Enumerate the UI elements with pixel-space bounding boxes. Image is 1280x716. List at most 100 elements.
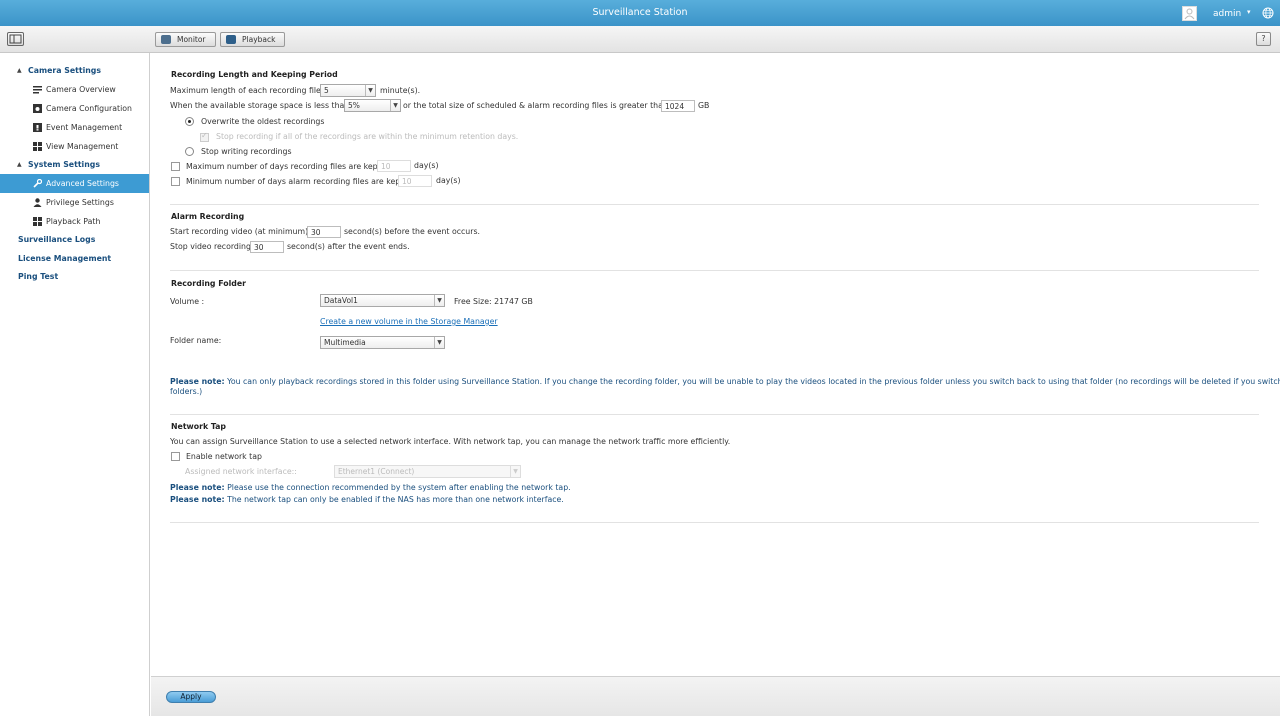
list-icon <box>33 86 42 94</box>
alarm-stop-input[interactable] <box>250 241 284 253</box>
min-days-checkbox[interactable] <box>171 177 180 186</box>
section-divider <box>170 204 1259 205</box>
total-size-input[interactable] <box>661 100 695 112</box>
section-title-network-tap: Network Tap <box>171 422 227 431</box>
network-interface-value: Ethernet1 (Connect) <box>338 467 415 476</box>
chevron-down-icon: ▼ <box>434 295 444 306</box>
chevron-down-icon: ▼ <box>434 337 444 348</box>
folder-name-value: Multimedia <box>324 338 366 347</box>
section-title-recording-folder: Recording Folder <box>171 279 246 288</box>
max-days-checkbox[interactable] <box>171 162 180 171</box>
network-interface-select[interactable]: Ethernet1 (Connect) ▼ <box>334 465 521 478</box>
wrench-icon <box>33 179 42 188</box>
playback-button-label: Playback <box>242 35 276 44</box>
sidebar-group-label: Camera Settings <box>28 66 102 75</box>
app-title: Surveillance Station <box>592 7 688 18</box>
section-title-recording-length: Recording Length and Keeping Period <box>171 70 338 79</box>
sidebar-item-label: Camera Configuration <box>46 104 132 113</box>
sidebar-item-label: Camera Overview <box>46 85 116 94</box>
sidebar-item-view-management[interactable]: View Management <box>0 137 149 156</box>
max-days-unit: day(s) <box>414 161 439 170</box>
stop-if-within-retention-checkbox[interactable] <box>200 131 209 142</box>
apply-button[interactable]: Apply <box>166 691 216 703</box>
expand-triangle-icon: ▲ <box>17 67 22 74</box>
overwrite-oldest-label: Overwrite the oldest recordings <box>201 117 325 126</box>
sidebar-item-license-management[interactable]: License Management <box>0 249 149 268</box>
sidebar-group-system-settings[interactable]: ▲ System Settings <box>0 155 149 174</box>
monitor-button-label: Monitor <box>177 35 206 44</box>
sidebar-layout-icon <box>9 34 22 44</box>
sidebar-item-privilege-settings[interactable]: Privilege Settings <box>0 193 149 212</box>
sidebar-item-playback-path[interactable]: Playback Path <box>0 212 149 231</box>
storage-threshold-select[interactable]: 5% ▼ <box>344 99 401 112</box>
sidebar-item-advanced-settings[interactable]: Advanced Settings <box>0 174 149 193</box>
sidebar: ▲ Camera Settings Camera Overview Camera… <box>0 53 150 716</box>
assigned-interface-label: Assigned network interface:: <box>185 467 297 476</box>
sidebar-item-camera-overview[interactable]: Camera Overview <box>0 80 149 99</box>
sidebar-toggle-button[interactable] <box>7 32 24 46</box>
sidebar-item-ping-test[interactable]: Ping Test <box>0 267 149 286</box>
sidebar-item-camera-configuration[interactable]: Camera Configuration <box>0 99 149 118</box>
max-length-unit: minute(s). <box>380 86 421 95</box>
min-days-unit: day(s) <box>436 176 461 185</box>
stop-writing-radio[interactable] <box>185 147 194 156</box>
camera-icon <box>33 104 42 113</box>
alarm-start-label: Start recording video (at minimum) <box>170 227 309 236</box>
grid-icon <box>33 142 42 151</box>
storage-threshold-value: 5% <box>348 101 360 110</box>
user-name[interactable]: admin <box>1213 9 1241 19</box>
min-days-input[interactable] <box>398 175 432 187</box>
network-tap-description: You can assign Surveillance Station to u… <box>170 437 731 446</box>
sidebar-group-label: System Settings <box>28 160 100 169</box>
max-length-label: Maximum length of each recording file: <box>170 86 324 95</box>
section-title-alarm-recording: Alarm Recording <box>171 212 245 221</box>
volume-select[interactable]: DataVol1 ▼ <box>320 294 445 307</box>
total-size-unit: GB <box>698 101 710 110</box>
event-icon <box>33 123 42 132</box>
folder-name-select[interactable]: Multimedia ▼ <box>320 336 445 349</box>
alarm-stop-label: Stop video recording <box>170 242 251 251</box>
overwrite-oldest-radio[interactable] <box>185 117 194 126</box>
folder-note: Please note: You can only playback recor… <box>170 377 1280 386</box>
note-text: Please use the connection recommended by… <box>224 483 571 492</box>
grid-icon <box>33 217 42 226</box>
network-note-2: Please note: The network tap can only be… <box>170 495 564 504</box>
alarm-start-suffix: second(s) before the event occurs. <box>344 227 480 236</box>
enable-network-tap-label: Enable network tap <box>186 452 262 461</box>
note-label: Please note: <box>170 495 225 504</box>
enable-network-tap-checkbox[interactable] <box>171 452 180 461</box>
help-button[interactable]: ? <box>1256 32 1271 46</box>
alarm-stop-suffix: second(s) after the event ends. <box>287 242 410 251</box>
max-days-label: Maximum number of days recording files a… <box>186 162 381 171</box>
min-days-label: Minimum number of days alarm recording f… <box>186 177 404 186</box>
max-length-select[interactable]: 5 ▼ <box>320 84 376 97</box>
expand-triangle-icon: ▲ <box>17 161 22 168</box>
toolbar: Monitor Playback ? <box>0 26 1280 53</box>
create-volume-link[interactable]: Create a new volume in the Storage Manag… <box>320 317 498 326</box>
section-divider <box>170 270 1259 271</box>
sidebar-item-label: Playback Path <box>46 217 101 226</box>
user-menu-caret-icon[interactable]: ▾ <box>1247 8 1251 16</box>
sidebar-group-camera-settings[interactable]: ▲ Camera Settings <box>0 61 149 80</box>
globe-icon[interactable] <box>1262 7 1274 19</box>
footer-bar: Apply <box>151 676 1280 716</box>
playback-button[interactable]: Playback <box>220 32 285 47</box>
network-note-1: Please note: Please use the connection r… <box>170 483 571 492</box>
monitor-button[interactable]: Monitor <box>155 32 216 47</box>
chevron-down-icon: ▼ <box>365 85 375 96</box>
max-days-input[interactable] <box>377 160 411 172</box>
note-label: Please note: <box>170 377 225 386</box>
total-size-label: or the total size of scheduled & alarm r… <box>403 101 668 110</box>
note-text: You can only playback recordings stored … <box>224 377 1280 386</box>
sidebar-item-label: Privilege Settings <box>46 198 114 207</box>
sidebar-item-label: Ping Test <box>18 272 59 281</box>
free-size: Free Size: 21747 GB <box>454 297 533 306</box>
sidebar-item-surveillance-logs[interactable]: Surveillance Logs <box>0 230 149 249</box>
chevron-down-icon: ▼ <box>510 466 520 477</box>
title-bar: Surveillance Station admin ▾ <box>0 0 1280 26</box>
user-avatar-icon[interactable] <box>1182 6 1197 21</box>
alarm-start-input[interactable] <box>307 226 341 238</box>
folder-note-continued: folders.) <box>170 387 203 396</box>
sidebar-item-event-management[interactable]: Event Management <box>0 118 149 137</box>
folder-name-label: Folder name: <box>170 336 222 345</box>
